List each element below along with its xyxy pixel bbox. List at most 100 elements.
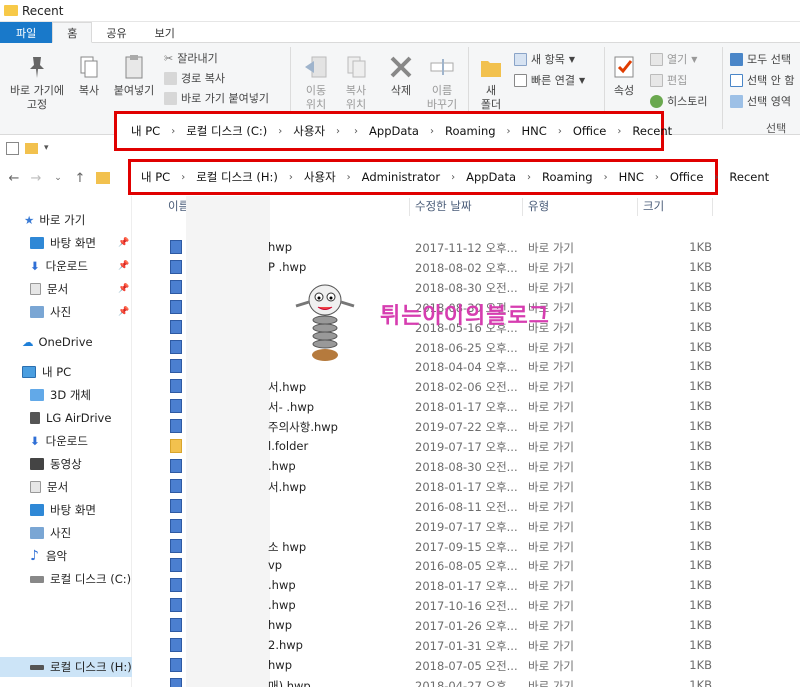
file-row[interactable]: .hwp 2018-01-17 오후... 바로 가기 1KB bbox=[132, 575, 800, 595]
vertical-scrollbar[interactable] bbox=[788, 196, 800, 687]
column-divider[interactable] bbox=[637, 198, 638, 216]
copy-button[interactable]: 복사 bbox=[74, 53, 104, 98]
breadcrumb-item[interactable]: 로컬 디스크 (C:) bbox=[182, 123, 271, 139]
file-row[interactable]: hwp 2017-11-12 오후... 바로 가기 1KB bbox=[132, 237, 800, 257]
move-to-button[interactable]: 이동 위치 bbox=[298, 53, 334, 112]
history-button[interactable]: 히스토리 bbox=[650, 93, 707, 109]
properties-check-icon[interactable] bbox=[6, 141, 19, 155]
breadcrumb-item[interactable]: AppData bbox=[365, 124, 423, 138]
open-label: 열기 bbox=[667, 53, 688, 66]
sidebar-item-quick-access[interactable]: ★ 바로 가기 bbox=[24, 210, 85, 230]
invert-selection-button[interactable]: 선택 영역 bbox=[730, 93, 791, 109]
sidebar-item-onedrive[interactable]: ☁ OneDrive bbox=[22, 332, 93, 352]
file-row[interactable]: 서.hwp 2018-02-06 오전... 바로 가기 1KB bbox=[132, 376, 800, 396]
file-row[interactable]: 2018-08-30 오전... 바로 가기 1KB bbox=[132, 277, 800, 297]
breadcrumb-item[interactable]: Administrator bbox=[358, 170, 444, 184]
tab-file[interactable]: 파일 bbox=[0, 22, 53, 43]
file-row[interactable]: 2019-07-17 오후... 바로 가기 1KB bbox=[132, 516, 800, 536]
breadcrumb-item[interactable]: Office bbox=[569, 124, 611, 138]
file-row[interactable]: 주의사항.hwp 2019-07-22 오후... 바로 가기 1KB bbox=[132, 416, 800, 436]
file-row[interactable]: .hwp 2017-10-16 오전... 바로 가기 1KB bbox=[132, 595, 800, 615]
breadcrumb-item[interactable]: Recent bbox=[628, 124, 676, 138]
open-button[interactable]: 열기 ▼ bbox=[650, 51, 697, 67]
breadcrumb-item[interactable]: Roaming bbox=[441, 124, 500, 138]
sidebar-item-local-disk-c[interactable]: 로컬 디스크 (C:) bbox=[30, 569, 131, 589]
file-row[interactable]: 서- .hwp 2018-01-17 오후... 바로 가기 1KB bbox=[132, 396, 800, 416]
sidebar-item-downloads[interactable]: ⬇ 다운로드 📌 bbox=[30, 256, 129, 276]
breadcrumb-item[interactable]: AppData bbox=[462, 170, 520, 184]
chevron-down-icon[interactable]: ▾ bbox=[44, 143, 49, 153]
file-row[interactable]: hwp 2017-01-26 오후... 바로 가기 1KB bbox=[132, 615, 800, 635]
sidebar-item-desktop-2[interactable]: 바탕 화면 bbox=[30, 500, 96, 520]
cut-button[interactable]: ✂ 잘라내기 bbox=[164, 50, 218, 66]
select-none-button[interactable]: 선택 안 함 bbox=[730, 72, 794, 88]
breadcrumb-item[interactable]: 내 PC bbox=[127, 123, 164, 139]
file-row[interactable]: P .hwp 2018-08-02 오후... 바로 가기 1KB bbox=[132, 257, 800, 277]
chevron-right-icon: › bbox=[714, 171, 719, 183]
tab-view[interactable]: 보기 bbox=[141, 22, 189, 43]
file-row[interactable]: hwp 2018-07-05 오전... 바로 가기 1KB bbox=[132, 655, 800, 675]
pin-to-quick-access-button[interactable]: 바로 가기에 고정 bbox=[4, 53, 70, 112]
sidebar-item-this-pc[interactable]: 내 PC bbox=[22, 362, 71, 382]
copy-to-button[interactable]: 복사 위치 bbox=[338, 53, 374, 112]
sidebar-item-downloads-2[interactable]: ⬇ 다운로드 bbox=[30, 431, 88, 451]
up-arrow-icon[interactable]: ↑ bbox=[72, 171, 88, 186]
address-bar[interactable]: 내 PC › 로컬 디스크 (H:) › 사용자 › Administrator › A… bbox=[128, 159, 769, 195]
forward-arrow-icon[interactable]: → bbox=[28, 171, 44, 186]
tab-share[interactable]: 공유 bbox=[92, 22, 140, 43]
file-row[interactable]: 2016-08-11 오전... 바로 가기 1KB bbox=[132, 496, 800, 516]
column-header-type[interactable]: 유형 bbox=[528, 196, 549, 216]
recent-dropdown-icon[interactable]: ⌄ bbox=[50, 173, 66, 183]
breadcrumb-item[interactable]: 사용자 bbox=[300, 169, 340, 185]
breadcrumb-item[interactable]: HNC bbox=[518, 124, 551, 138]
paste-button[interactable]: 붙여넣기 bbox=[110, 53, 158, 98]
sidebar-item-documents-2[interactable]: 문서 bbox=[30, 477, 68, 497]
column-header-date[interactable]: 수정한 날짜 bbox=[415, 196, 472, 216]
new-item-button[interactable]: 새 항목 ▼ bbox=[514, 51, 575, 67]
sidebar-item-music[interactable]: ♪ 음악 bbox=[30, 546, 67, 566]
delete-button[interactable]: 삭제 bbox=[384, 53, 418, 98]
edit-button[interactable]: 편집 bbox=[650, 72, 687, 88]
breadcrumb-item[interactable]: 로컬 디스크 (H:) bbox=[192, 169, 282, 185]
column-divider[interactable] bbox=[522, 198, 523, 216]
sidebar-item-pictures[interactable]: 사진 📌 bbox=[30, 302, 129, 322]
column-divider[interactable] bbox=[712, 198, 713, 216]
copy-path-button[interactable]: 경로 복사 bbox=[164, 70, 225, 86]
breadcrumb-item[interactable]: Roaming bbox=[538, 170, 597, 184]
sidebar-item-desktop[interactable]: 바탕 화면 📌 bbox=[30, 233, 129, 253]
sidebar-item-pictures-2[interactable]: 사진 bbox=[30, 523, 71, 543]
file-row[interactable]: 2018-04-04 오후... 바로 가기 1KB bbox=[132, 356, 800, 376]
file-row[interactable]: 2018-06-25 오후... 바로 가기 1KB bbox=[132, 337, 800, 357]
file-row[interactable]: vp 2016-08-05 오후... 바로 가기 1KB bbox=[132, 555, 800, 575]
disk-icon bbox=[30, 664, 44, 670]
select-all-button[interactable]: 모두 선택 bbox=[730, 51, 791, 67]
file-row[interactable]: 2.hwp 2017-01-31 오후... 바로 가기 1KB bbox=[132, 635, 800, 655]
easy-access-button[interactable]: 빠른 연결 ▼ bbox=[514, 72, 585, 88]
sidebar-item-local-disk-h[interactable]: 로컬 디스크 (H:) bbox=[0, 657, 132, 677]
file-row[interactable]: 서.hwp 2018-01-17 오후... 바로 가기 1KB bbox=[132, 476, 800, 496]
new-folder-icon[interactable] bbox=[25, 142, 38, 154]
properties-button[interactable]: 속성 bbox=[608, 53, 640, 98]
sidebar-item-lg-airdrive[interactable]: LG AirDrive bbox=[30, 408, 111, 428]
column-header-size[interactable]: 크기 bbox=[643, 196, 664, 216]
file-row[interactable]: .hwp 2018-08-30 오전... 바로 가기 1KB bbox=[132, 456, 800, 476]
paste-shortcut-button[interactable]: 바로 가기 붙여넣기 bbox=[164, 90, 269, 106]
breadcrumb-item[interactable]: Office bbox=[666, 170, 708, 184]
breadcrumb-item[interactable]: HNC bbox=[615, 170, 648, 184]
file-row[interactable]: 매).hwp 2018-04-27 오후... 바로 가기 1KB bbox=[132, 675, 800, 687]
file-row[interactable]: l.folder 2019-07-17 오후... 바로 가기 1KB bbox=[132, 436, 800, 456]
file-row[interactable]: 소 hwp 2017-09-15 오후... 바로 가기 1KB bbox=[132, 536, 800, 556]
new-folder-button[interactable]: 새 폴더 bbox=[474, 53, 508, 112]
tab-home[interactable]: 홈 bbox=[52, 22, 93, 43]
sidebar-item-videos[interactable]: 동영상 bbox=[30, 454, 82, 474]
sidebar-item-documents[interactable]: 문서 📌 bbox=[30, 279, 129, 299]
rename-button[interactable]: 이름 바꾸기 bbox=[424, 53, 460, 112]
desktop-icon bbox=[30, 237, 44, 249]
back-arrow-icon[interactable]: ← bbox=[6, 171, 22, 186]
breadcrumb-item[interactable]: Recent bbox=[725, 170, 773, 184]
breadcrumb-item[interactable]: 내 PC bbox=[137, 169, 174, 185]
column-divider[interactable] bbox=[409, 198, 410, 216]
sidebar-item-3d-objects[interactable]: 3D 개체 bbox=[30, 385, 91, 405]
chevron-right-icon: › bbox=[346, 171, 351, 183]
breadcrumb-item[interactable]: 사용자 bbox=[289, 123, 329, 139]
